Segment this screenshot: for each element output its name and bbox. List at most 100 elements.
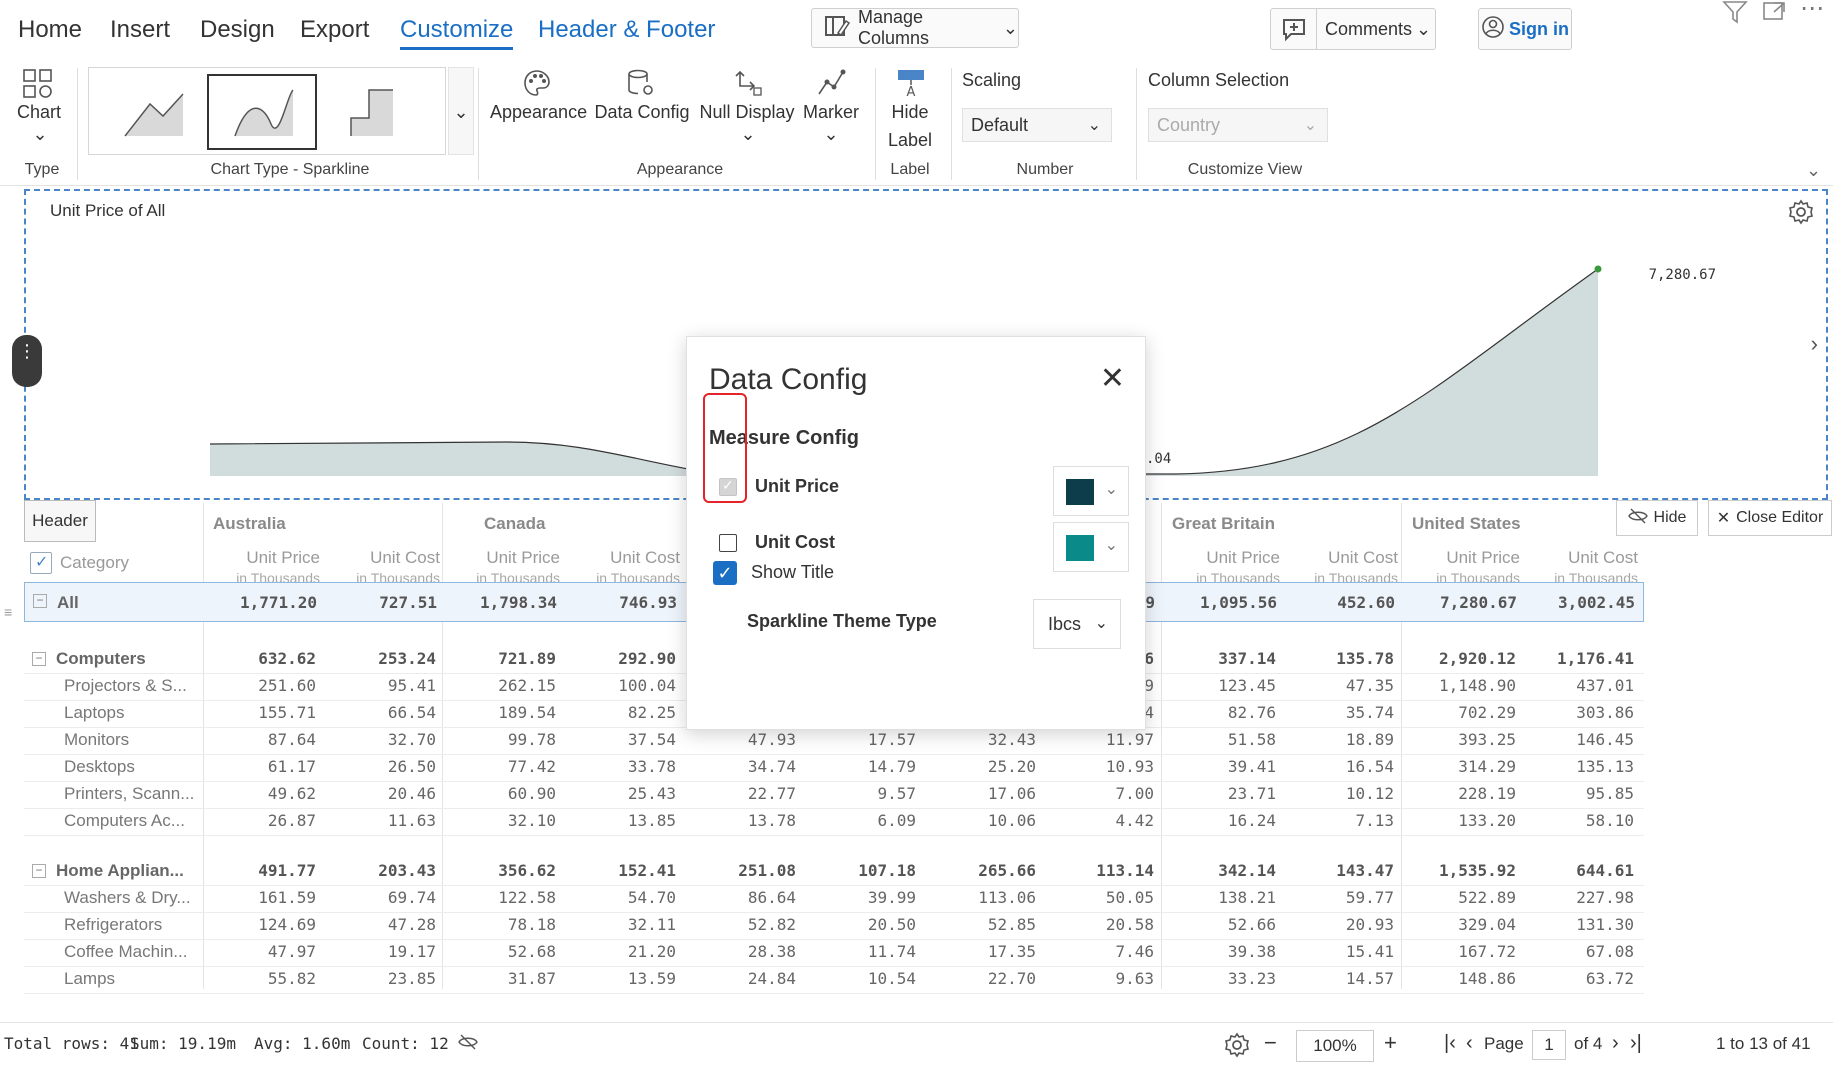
table-group-row[interactable]: − Home Applian... 491.77 203.43 356.62 152.41…: [24, 858, 1644, 885]
table-cell[interactable]: 34.74: [686, 757, 796, 776]
gallery-item-line[interactable]: [95, 74, 205, 150]
table-cell[interactable]: 228.19: [1406, 784, 1516, 803]
table-cell[interactable]: 148.86: [1406, 969, 1516, 988]
table-row[interactable]: Computers Ac... 26.87 11.63 32.10 13.85 13.78…: [24, 808, 1644, 835]
marker-button[interactable]: Marker: [796, 102, 866, 123]
chevron-down-icon[interactable]: ⌄: [28, 124, 52, 145]
table-cell[interactable]: 32.43: [926, 730, 1036, 749]
filter-icon[interactable]: [1722, 0, 1748, 30]
table-cell[interactable]: 1,535.92: [1406, 861, 1516, 880]
table-cell[interactable]: 52.66: [1166, 915, 1276, 934]
table-cell[interactable]: 10.93: [1044, 757, 1154, 776]
table-cell[interactable]: 61.17: [206, 757, 316, 776]
sparkline-theme-select[interactable]: Ibcs ⌄: [1033, 599, 1121, 649]
table-cell[interactable]: 35.74: [1284, 703, 1394, 722]
table-cell[interactable]: 1,148.90: [1406, 676, 1516, 695]
table-cell[interactable]: 82.25: [566, 703, 676, 722]
table-row[interactable]: Lamps 55.82 23.85 31.87 13.59 24.84 10.54 22.70…: [24, 966, 1644, 993]
table-cell[interactable]: 452.60: [1285, 593, 1395, 612]
sign-in-button[interactable]: Sign in: [1478, 8, 1572, 50]
table-cell[interactable]: 135.13: [1524, 757, 1634, 776]
table-cell[interactable]: 26.87: [206, 811, 316, 830]
table-cell[interactable]: 632.62: [206, 649, 316, 668]
header-tag[interactable]: Header: [24, 500, 96, 542]
table-cell[interactable]: 107.18: [806, 861, 916, 880]
table-cell[interactable]: 1,771.20: [207, 593, 317, 612]
close-editor-button[interactable]: ✕ Close Editor: [1708, 500, 1832, 536]
table-cell[interactable]: 15.41: [1284, 942, 1394, 961]
table-cell[interactable]: 59.77: [1284, 888, 1394, 907]
table-cell[interactable]: 702.29: [1406, 703, 1516, 722]
table-cell[interactable]: 122.58: [446, 888, 556, 907]
table-row[interactable]: Refrigerators 124.69 47.28 78.18 32.11 52.82 2…: [24, 912, 1644, 939]
table-cell[interactable]: 133.20: [1406, 811, 1516, 830]
table-cell[interactable]: 52.68: [446, 942, 556, 961]
tab-header-footer[interactable]: Header & Footer: [538, 16, 715, 44]
table-cell[interactable]: 13.59: [566, 969, 676, 988]
checkbox-icon[interactable]: [30, 552, 52, 574]
zoom-input[interactable]: 100%: [1296, 1030, 1374, 1062]
table-cell[interactable]: 337.14: [1166, 649, 1276, 668]
settings-gear-icon[interactable]: [1224, 1032, 1250, 1063]
table-cell[interactable]: 721.89: [446, 649, 556, 668]
table-cell[interactable]: 58.10: [1524, 811, 1634, 830]
table-cell[interactable]: 342.14: [1166, 861, 1276, 880]
table-cell[interactable]: 161.59: [206, 888, 316, 907]
table-cell[interactable]: 491.77: [206, 861, 316, 880]
hide-label-button-line1[interactable]: Hide: [880, 102, 940, 123]
hide-label-button-line2[interactable]: Label: [880, 130, 940, 151]
table-cell[interactable]: 253.24: [326, 649, 436, 668]
table-cell[interactable]: 39.38: [1166, 942, 1276, 961]
table-cell[interactable]: 11.97: [1044, 730, 1154, 749]
unit-cost-color-picker[interactable]: ⌄: [1053, 522, 1129, 572]
table-cell[interactable]: 10.06: [926, 811, 1036, 830]
table-cell[interactable]: 251.60: [206, 676, 316, 695]
table-cell[interactable]: 746.93: [567, 593, 677, 612]
unit-price-checkbox[interactable]: [719, 477, 737, 496]
comments-button[interactable]: Comments ⌄: [1270, 8, 1436, 50]
table-cell[interactable]: 95.41: [326, 676, 436, 695]
unit-cost-checkbox[interactable]: [719, 534, 737, 552]
gallery-item-step[interactable]: [321, 74, 431, 150]
table-cell[interactable]: 25.43: [566, 784, 676, 803]
first-page-icon[interactable]: |‹: [1444, 1032, 1456, 1055]
table-cell[interactable]: 7,280.67: [1407, 593, 1517, 612]
table-cell[interactable]: 50.05: [1044, 888, 1154, 907]
table-cell[interactable]: 77.42: [446, 757, 556, 776]
table-cell[interactable]: 251.08: [686, 861, 796, 880]
table-cell[interactable]: 10.54: [806, 969, 916, 988]
table-cell[interactable]: 32.70: [326, 730, 436, 749]
table-cell[interactable]: 16.24: [1166, 811, 1276, 830]
table-cell[interactable]: 60.90: [446, 784, 556, 803]
table-cell[interactable]: 86.64: [686, 888, 796, 907]
table-cell[interactable]: 99.78: [446, 730, 556, 749]
page-number-input[interactable]: 1: [1532, 1030, 1566, 1060]
chevron-down-icon[interactable]: ⌄: [736, 124, 760, 145]
table-cell[interactable]: 66.54: [326, 703, 436, 722]
row-handle-icon[interactable]: ≡: [4, 604, 12, 620]
chevron-down-icon[interactable]: ⌄: [819, 124, 843, 145]
table-cell[interactable]: 17.57: [806, 730, 916, 749]
expand-icon[interactable]: [1762, 0, 1786, 28]
table-cell[interactable]: 13.85: [566, 811, 676, 830]
collapse-ribbon-chevron-icon[interactable]: ⌄: [1806, 160, 1821, 181]
table-cell[interactable]: 67.08: [1524, 942, 1634, 961]
table-cell[interactable]: 39.41: [1166, 757, 1276, 776]
tab-export[interactable]: Export: [300, 16, 369, 44]
table-cell[interactable]: 265.66: [926, 861, 1036, 880]
table-cell[interactable]: 47.28: [326, 915, 436, 934]
table-cell[interactable]: 227.98: [1524, 888, 1634, 907]
table-cell[interactable]: 1,176.41: [1524, 649, 1634, 668]
table-cell[interactable]: 54.70: [566, 888, 676, 907]
table-cell[interactable]: 14.79: [806, 757, 916, 776]
table-cell[interactable]: 11.63: [326, 811, 436, 830]
table-cell[interactable]: 17.06: [926, 784, 1036, 803]
table-cell[interactable]: 7.00: [1044, 784, 1154, 803]
tab-design[interactable]: Design: [200, 16, 275, 44]
table-cell[interactable]: 123.45: [1166, 676, 1276, 695]
tab-customize[interactable]: Customize: [400, 16, 514, 50]
zoom-in-icon[interactable]: +: [1384, 1030, 1397, 1056]
table-cell[interactable]: 23.85: [326, 969, 436, 988]
table-cell[interactable]: 727.51: [327, 593, 437, 612]
collapse-toggle-icon[interactable]: −: [32, 864, 46, 878]
